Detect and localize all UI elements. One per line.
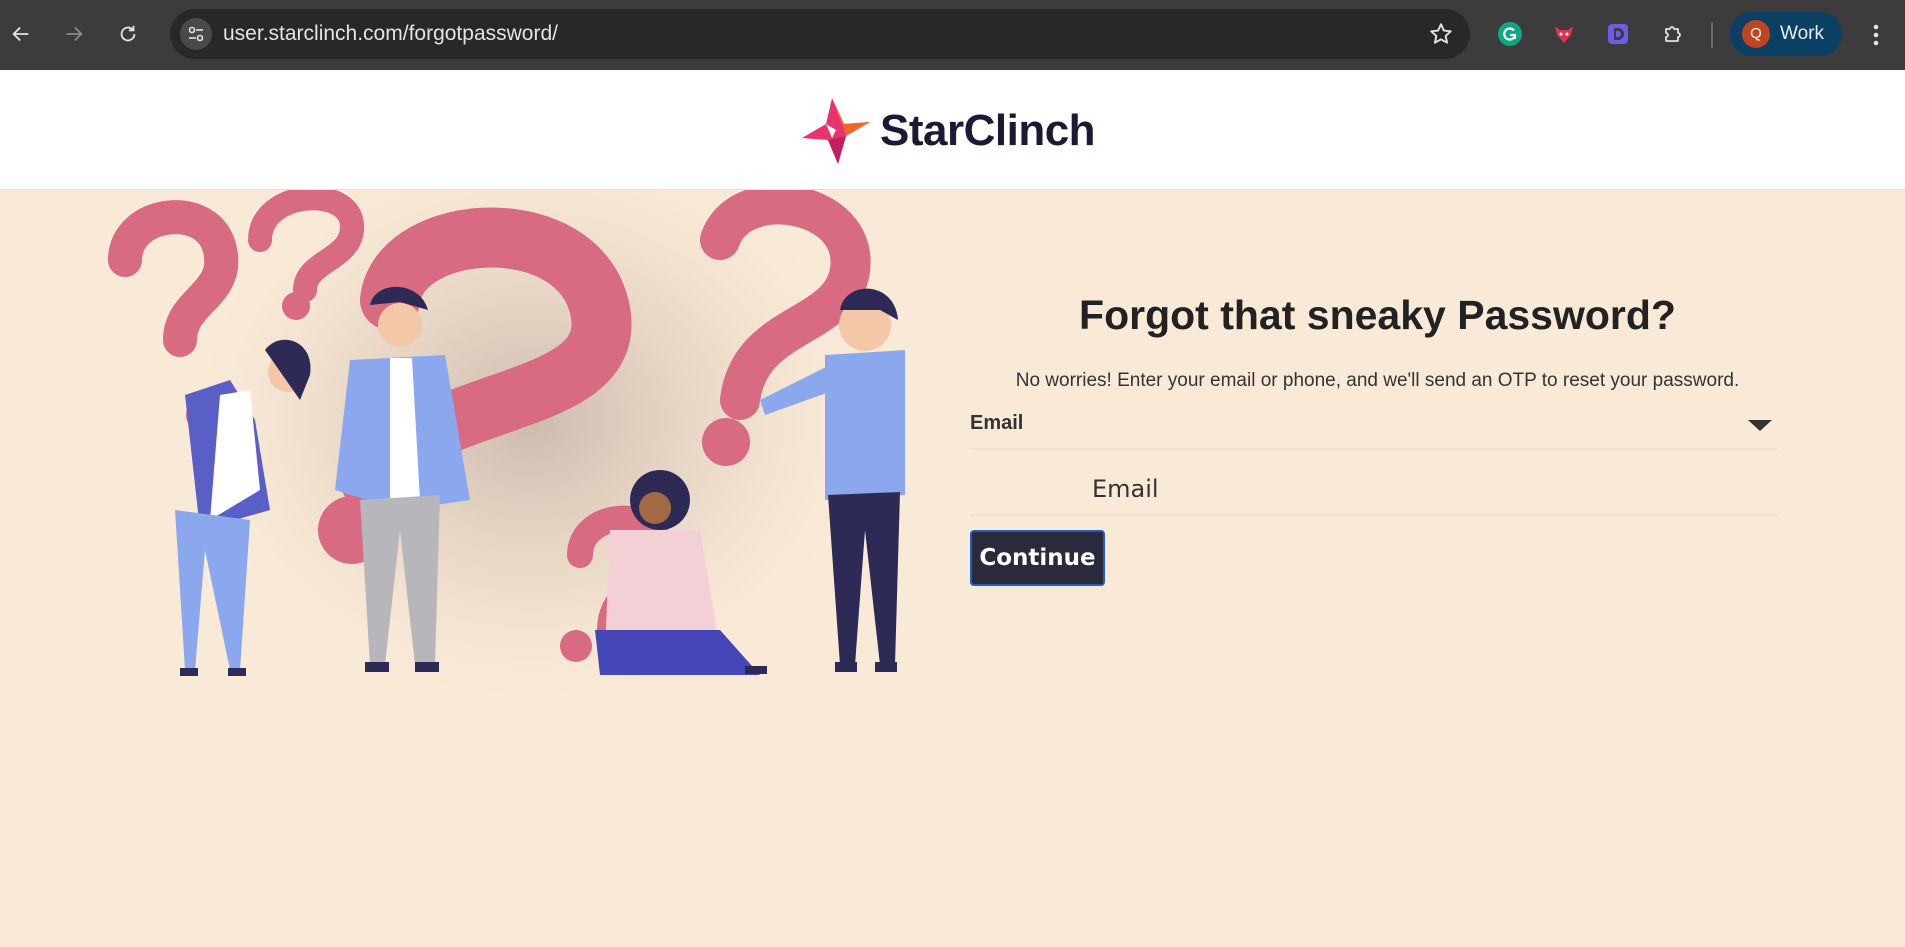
starclinch-logo-mark-icon [802,98,870,164]
contact-method-dropdown[interactable]: Email [970,408,1778,450]
kebab-menu-icon [1873,24,1879,46]
caret-down-icon [1748,420,1772,431]
toolbar-divider [1711,22,1713,48]
confused-people-illustration [108,190,905,750]
instructions-text: No worries! Enter your email or phone, a… [1015,370,1740,391]
back-button[interactable] [3,16,39,52]
tune-icon [188,26,204,42]
avatar: Q [1742,20,1770,48]
page-title: Forgot that sneaky Password? [1079,292,1676,338]
browser-menu-button[interactable] [1864,18,1888,52]
starclinch-logo[interactable]: StarClinch [798,94,1096,168]
continue-button[interactable]: Continue [970,530,1105,586]
forward-arrow-icon [66,26,83,42]
forward-button[interactable] [56,16,92,52]
site-header: StarClinch [0,70,1905,190]
profile-label: Work [1780,23,1824,44]
fox-extension-icon[interactable] [1547,17,1581,51]
email-input[interactable] [970,464,1778,516]
browser-toolbar: user.starclinch.com/forgotpassword/ Q Wo… [0,0,1905,70]
d-extension-icon[interactable] [1601,17,1635,51]
address-bar[interactable]: user.starclinch.com/forgotpassword/ [170,9,1470,59]
bookmark-star-icon[interactable] [1428,21,1454,47]
url-text[interactable]: user.starclinch.com/forgotpassword/ [223,9,558,59]
site-info-button[interactable] [180,18,212,50]
contact-method-value: Email [970,412,1024,434]
reload-icon [120,25,136,42]
back-arrow-icon [12,26,29,42]
profile-button[interactable]: Q Work [1730,12,1842,56]
puzzle-extensions-icon[interactable] [1656,17,1690,51]
grammarly-icon[interactable] [1493,17,1527,51]
reload-button[interactable] [110,16,146,52]
brand-name: StarClinch [880,106,1096,155]
